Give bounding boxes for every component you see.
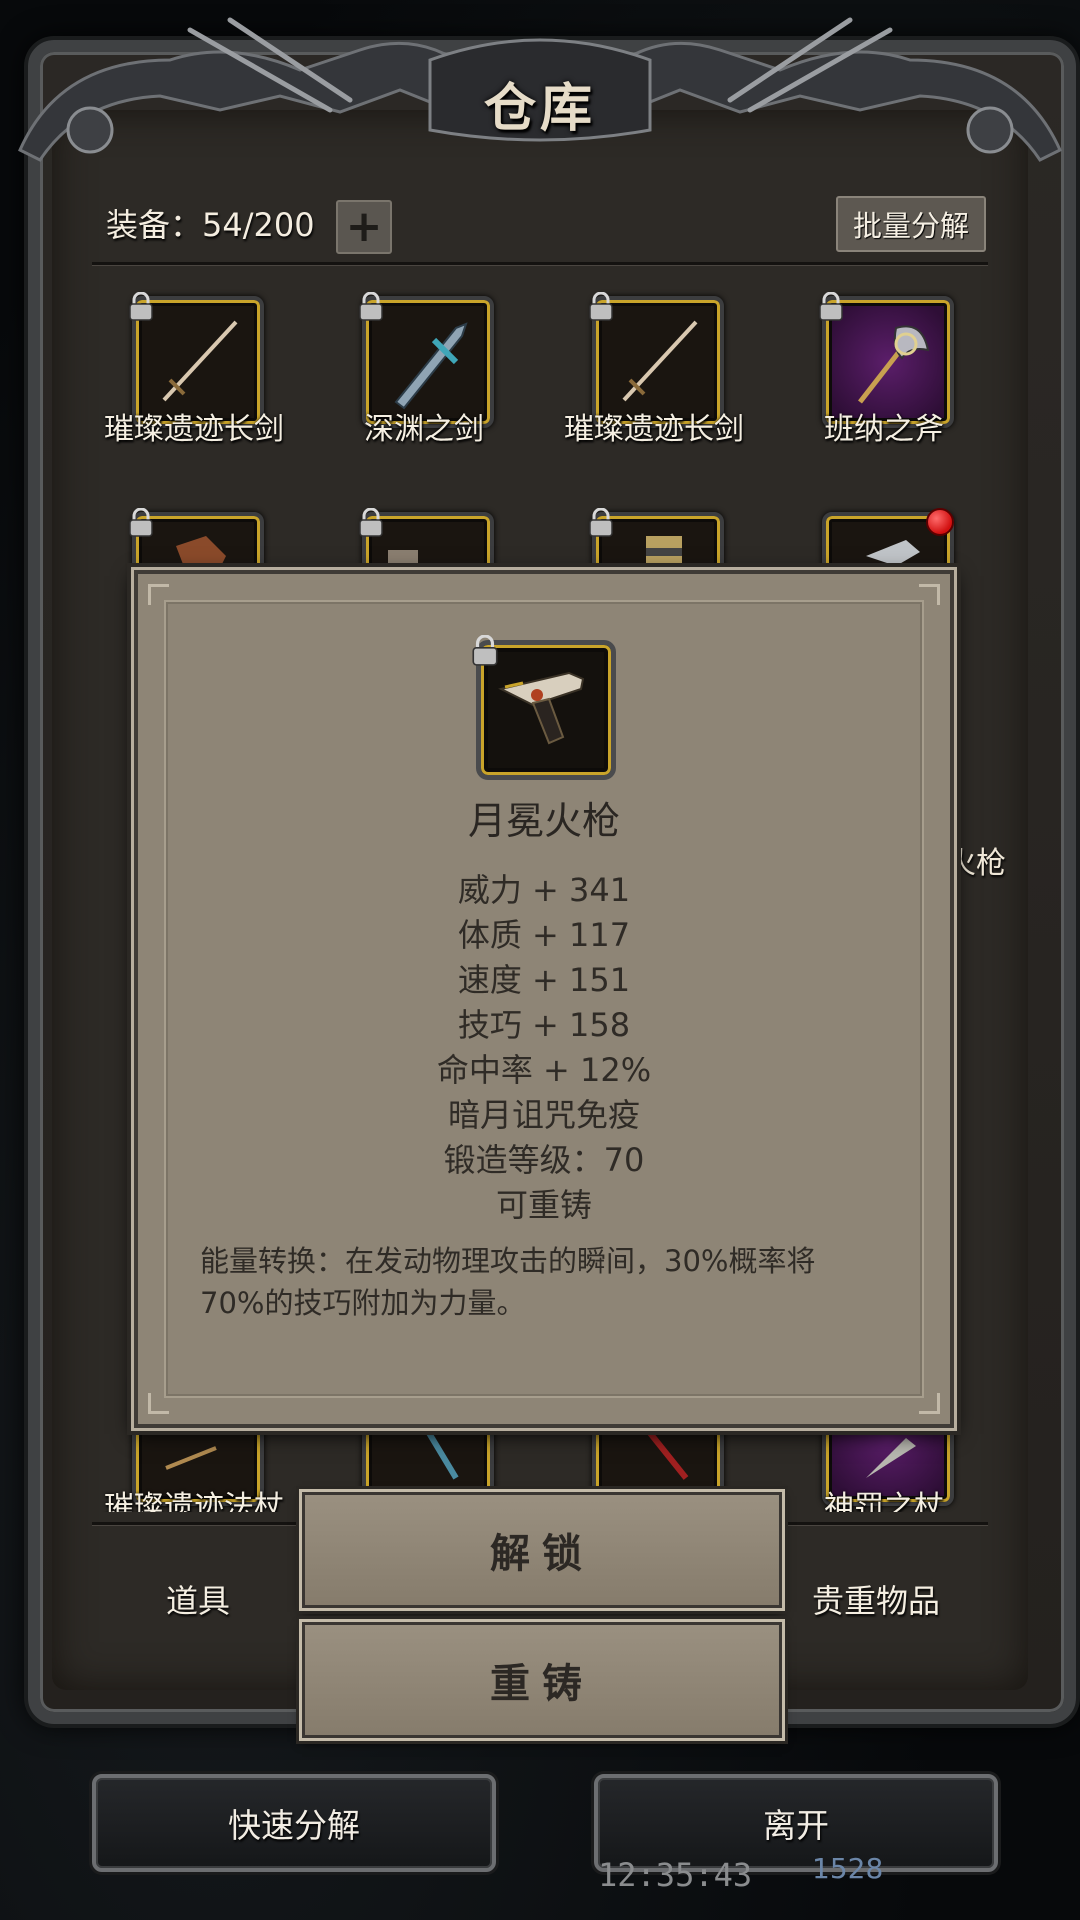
unlock-button[interactable]: 解锁 <box>302 1492 782 1608</box>
longsword-icon <box>162 320 238 402</box>
reforge-button[interactable]: 重铸 <box>302 1622 782 1738</box>
notification-dot <box>926 508 954 536</box>
peek-label: 火枪 <box>946 846 1006 881</box>
corner-ornament <box>919 584 940 605</box>
stat-speed: 速度 + 151 <box>457 961 631 999</box>
stat-curse-immunity: 暗月诅咒免疫 <box>447 1096 640 1134</box>
corner-ornament <box>148 584 169 605</box>
divider <box>92 262 988 265</box>
batch-dismantle-button[interactable]: 批量分解 <box>836 196 986 252</box>
quick-dismantle-button[interactable]: 快速分解 <box>92 1774 496 1872</box>
stat-power: 威力 + 341 <box>457 871 631 909</box>
item-name: 班纳之斧 <box>824 412 944 447</box>
stat-hit-rate: 命中率 + 12% <box>436 1051 652 1089</box>
tab-items[interactable]: 道具 <box>166 1576 230 1622</box>
item-name: 月冕火枪 <box>467 799 620 843</box>
item-name: 神罚之杖 <box>824 1490 944 1512</box>
description-line: 70%的技巧附加为力量。 <box>200 1286 526 1320</box>
stat-constitution: 体质 + 117 <box>457 916 631 954</box>
item-name: 璀璨遗迹法杖 <box>104 1490 284 1512</box>
equipment-capacity: 装备：54/200 <box>106 206 315 244</box>
item-description: 能量转换：在发动物理攻击的瞬间，30%概率将 70%的技巧附加为力量。 <box>200 1240 900 1324</box>
stat-forge-level: 锻造等级：70 <box>443 1141 645 1179</box>
gem-count: 1528 <box>812 1852 884 1885</box>
item-name: 深渊之剑 <box>364 412 484 447</box>
clock-readout: 12:35:43 <box>598 1856 753 1894</box>
abyss-sword-icon <box>394 322 468 410</box>
axe-icon <box>858 325 930 404</box>
item-name: 璀璨遗迹长剑 <box>564 412 744 447</box>
corner-ornament <box>148 1393 169 1414</box>
firearm-icon <box>498 671 585 745</box>
longsword-icon <box>622 320 698 402</box>
tab-valuables[interactable]: 贵重物品 <box>812 1576 940 1622</box>
corner-ornament <box>919 1393 940 1414</box>
expand-capacity-button[interactable]: + <box>336 200 392 254</box>
item-icon-frame <box>472 635 616 780</box>
description-line: 能量转换：在发动物理攻击的瞬间，30%概率将 <box>200 1244 816 1278</box>
stat-reforgeable: 可重铸 <box>495 1186 592 1224</box>
stat-skill: 技巧 + 158 <box>457 1006 631 1044</box>
item-detail-popup: 月冕火枪 威力 + 341 体质 + 117 速度 + 151 技巧 + 158… <box>134 570 954 1428</box>
item-name: 璀璨遗迹长剑 <box>104 412 284 447</box>
warehouse-title: 仓库 <box>483 78 596 139</box>
